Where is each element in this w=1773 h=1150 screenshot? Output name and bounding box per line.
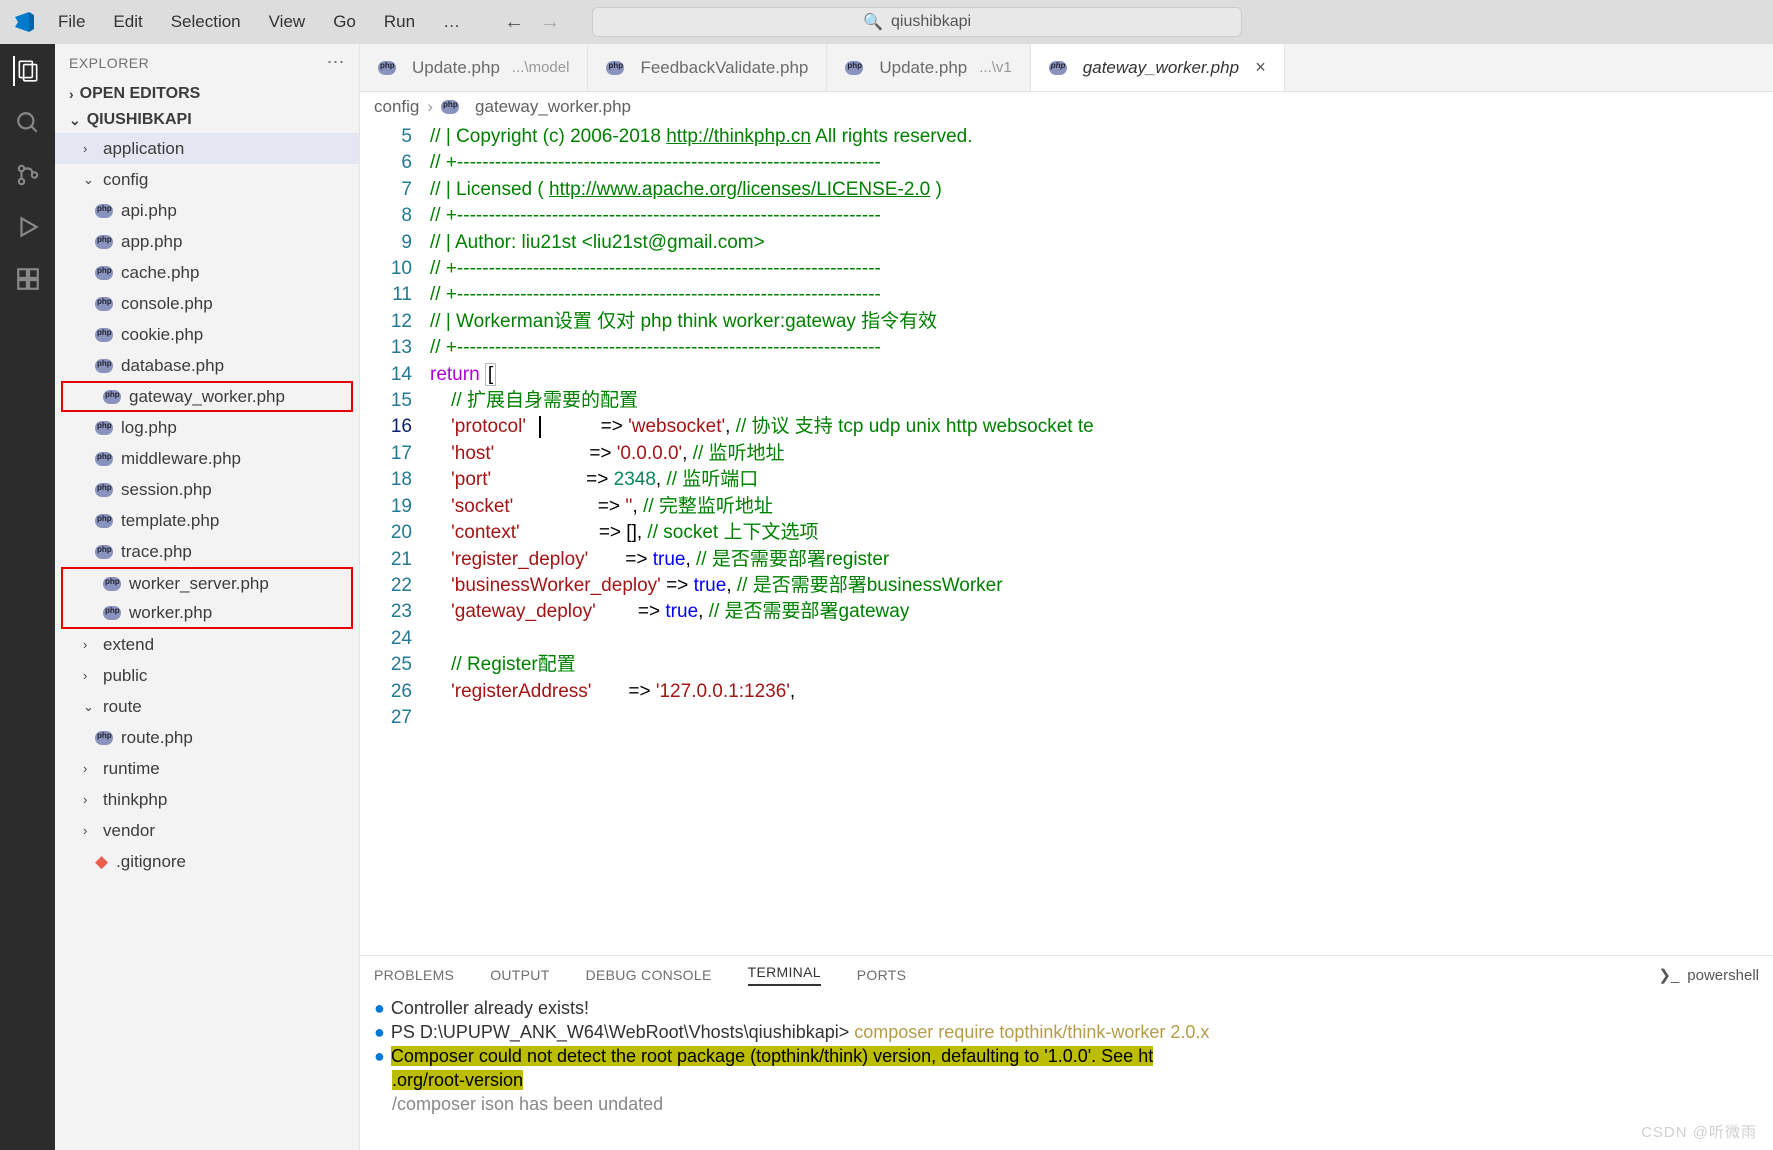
tree-item-gateway_worker-php[interactable]: gateway_worker.php <box>61 381 353 412</box>
menu-view[interactable]: View <box>257 8 318 36</box>
tree-item-console-php[interactable]: console.php <box>55 288 359 319</box>
menu-go[interactable]: Go <box>321 8 368 36</box>
search-activity-icon[interactable] <box>13 108 43 138</box>
breadcrumb[interactable]: config› gateway_worker.php <box>360 92 1773 122</box>
tree-item-application[interactable]: ›application <box>55 133 359 164</box>
extensions-icon[interactable] <box>13 264 43 294</box>
panel-tab-terminal[interactable]: TERMINAL <box>748 964 821 986</box>
explorer-title: EXPLORER <box>69 55 149 71</box>
tree-item-public[interactable]: ›public <box>55 660 359 691</box>
tree-item-runtime[interactable]: ›runtime <box>55 753 359 784</box>
editor-tab-gateway_worker-php[interactable]: gateway_worker.php× <box>1031 44 1285 91</box>
tree-item-vendor[interactable]: ›vendor <box>55 815 359 846</box>
tree-item-thinkphp[interactable]: ›thinkphp <box>55 784 359 815</box>
search-icon: 🔍 <box>863 12 883 32</box>
tree-item-route-php[interactable]: route.php <box>55 722 359 753</box>
menu-file[interactable]: File <box>46 8 97 36</box>
tree-item-worker-php[interactable]: worker.php <box>61 598 353 629</box>
editor-tabs: Update.php...\modelFeedbackValidate.phpU… <box>360 44 1773 92</box>
tree-item-log-php[interactable]: log.php <box>55 412 359 443</box>
menu-run[interactable]: Run <box>372 8 427 36</box>
panel-tab-debug[interactable]: DEBUG CONSOLE <box>586 967 712 983</box>
editor-area: Update.php...\modelFeedbackValidate.phpU… <box>360 44 1773 1150</box>
panel-tab-problems[interactable]: PROBLEMS <box>374 967 454 983</box>
tree-item-database-php[interactable]: database.php <box>55 350 359 381</box>
vscode-logo-icon <box>10 8 38 36</box>
sidebar: EXPLORER ⋯ ›OPEN EDITORS ⌄QIUSHIBKAPI ›a… <box>55 44 360 1150</box>
tree-item-api-php[interactable]: api.php <box>55 195 359 226</box>
file-tree: ›application⌄configapi.phpapp.phpcache.p… <box>55 133 359 1150</box>
activity-bar <box>0 44 55 1150</box>
tree-item-trace-php[interactable]: trace.php <box>55 536 359 567</box>
terminal-shell-icon[interactable]: ❯_ <box>1658 966 1679 984</box>
source-control-icon[interactable] <box>13 160 43 190</box>
terminal-shell-label[interactable]: powershell <box>1687 967 1759 984</box>
menu-selection[interactable]: Selection <box>159 8 253 36</box>
menu-bar: File Edit Selection View Go Run … <box>46 8 472 36</box>
explorer-more-icon[interactable]: ⋯ <box>327 52 346 73</box>
run-debug-icon[interactable] <box>13 212 43 242</box>
close-icon[interactable]: × <box>1255 57 1266 78</box>
watermark: CSDN @听微雨 <box>1641 1121 1757 1142</box>
tree-item-worker_server-php[interactable]: worker_server.php <box>61 567 353 598</box>
panel-tab-output[interactable]: OUTPUT <box>490 967 549 983</box>
tree-item-route[interactable]: ⌄route <box>55 691 359 722</box>
tree-item-middleware-php[interactable]: middleware.php <box>55 443 359 474</box>
tree-item--gitignore[interactable]: ◆.gitignore <box>55 846 359 877</box>
code-editor[interactable]: 5678910111213141516171819202122232425262… <box>360 122 1773 955</box>
panel-tab-ports[interactable]: PORTS <box>857 967 906 983</box>
bottom-panel: PROBLEMS OUTPUT DEBUG CONSOLE TERMINAL P… <box>360 955 1773 1150</box>
terminal[interactable]: ●Controller already exists! ●PS D:\UPUPW… <box>360 994 1773 1150</box>
tree-item-app-php[interactable]: app.php <box>55 226 359 257</box>
tree-item-cache-php[interactable]: cache.php <box>55 257 359 288</box>
editor-tab-FeedbackValidate-php[interactable]: FeedbackValidate.php <box>588 44 827 91</box>
tree-item-session-php[interactable]: session.php <box>55 474 359 505</box>
search-text: qiushibkapi <box>891 13 971 31</box>
project-section[interactable]: ⌄QIUSHIBKAPI <box>55 107 359 133</box>
command-center-search[interactable]: 🔍 qiushibkapi <box>592 7 1242 37</box>
nav-forward-icon[interactable]: → <box>536 8 564 36</box>
tree-item-template-php[interactable]: template.php <box>55 505 359 536</box>
menu-more[interactable]: … <box>431 8 472 36</box>
open-editors-section[interactable]: ›OPEN EDITORS <box>55 81 359 107</box>
nav-back-icon[interactable]: ← <box>500 8 528 36</box>
explorer-icon[interactable] <box>13 56 43 86</box>
tree-item-config[interactable]: ⌄config <box>55 164 359 195</box>
menu-edit[interactable]: Edit <box>101 8 154 36</box>
tree-item-cookie-php[interactable]: cookie.php <box>55 319 359 350</box>
title-bar: File Edit Selection View Go Run … ← → 🔍 … <box>0 0 1773 44</box>
editor-tab-Update-php[interactable]: Update.php...\v1 <box>827 44 1030 91</box>
editor-tab-Update-php[interactable]: Update.php...\model <box>360 44 588 91</box>
tree-item-extend[interactable]: ›extend <box>55 629 359 660</box>
